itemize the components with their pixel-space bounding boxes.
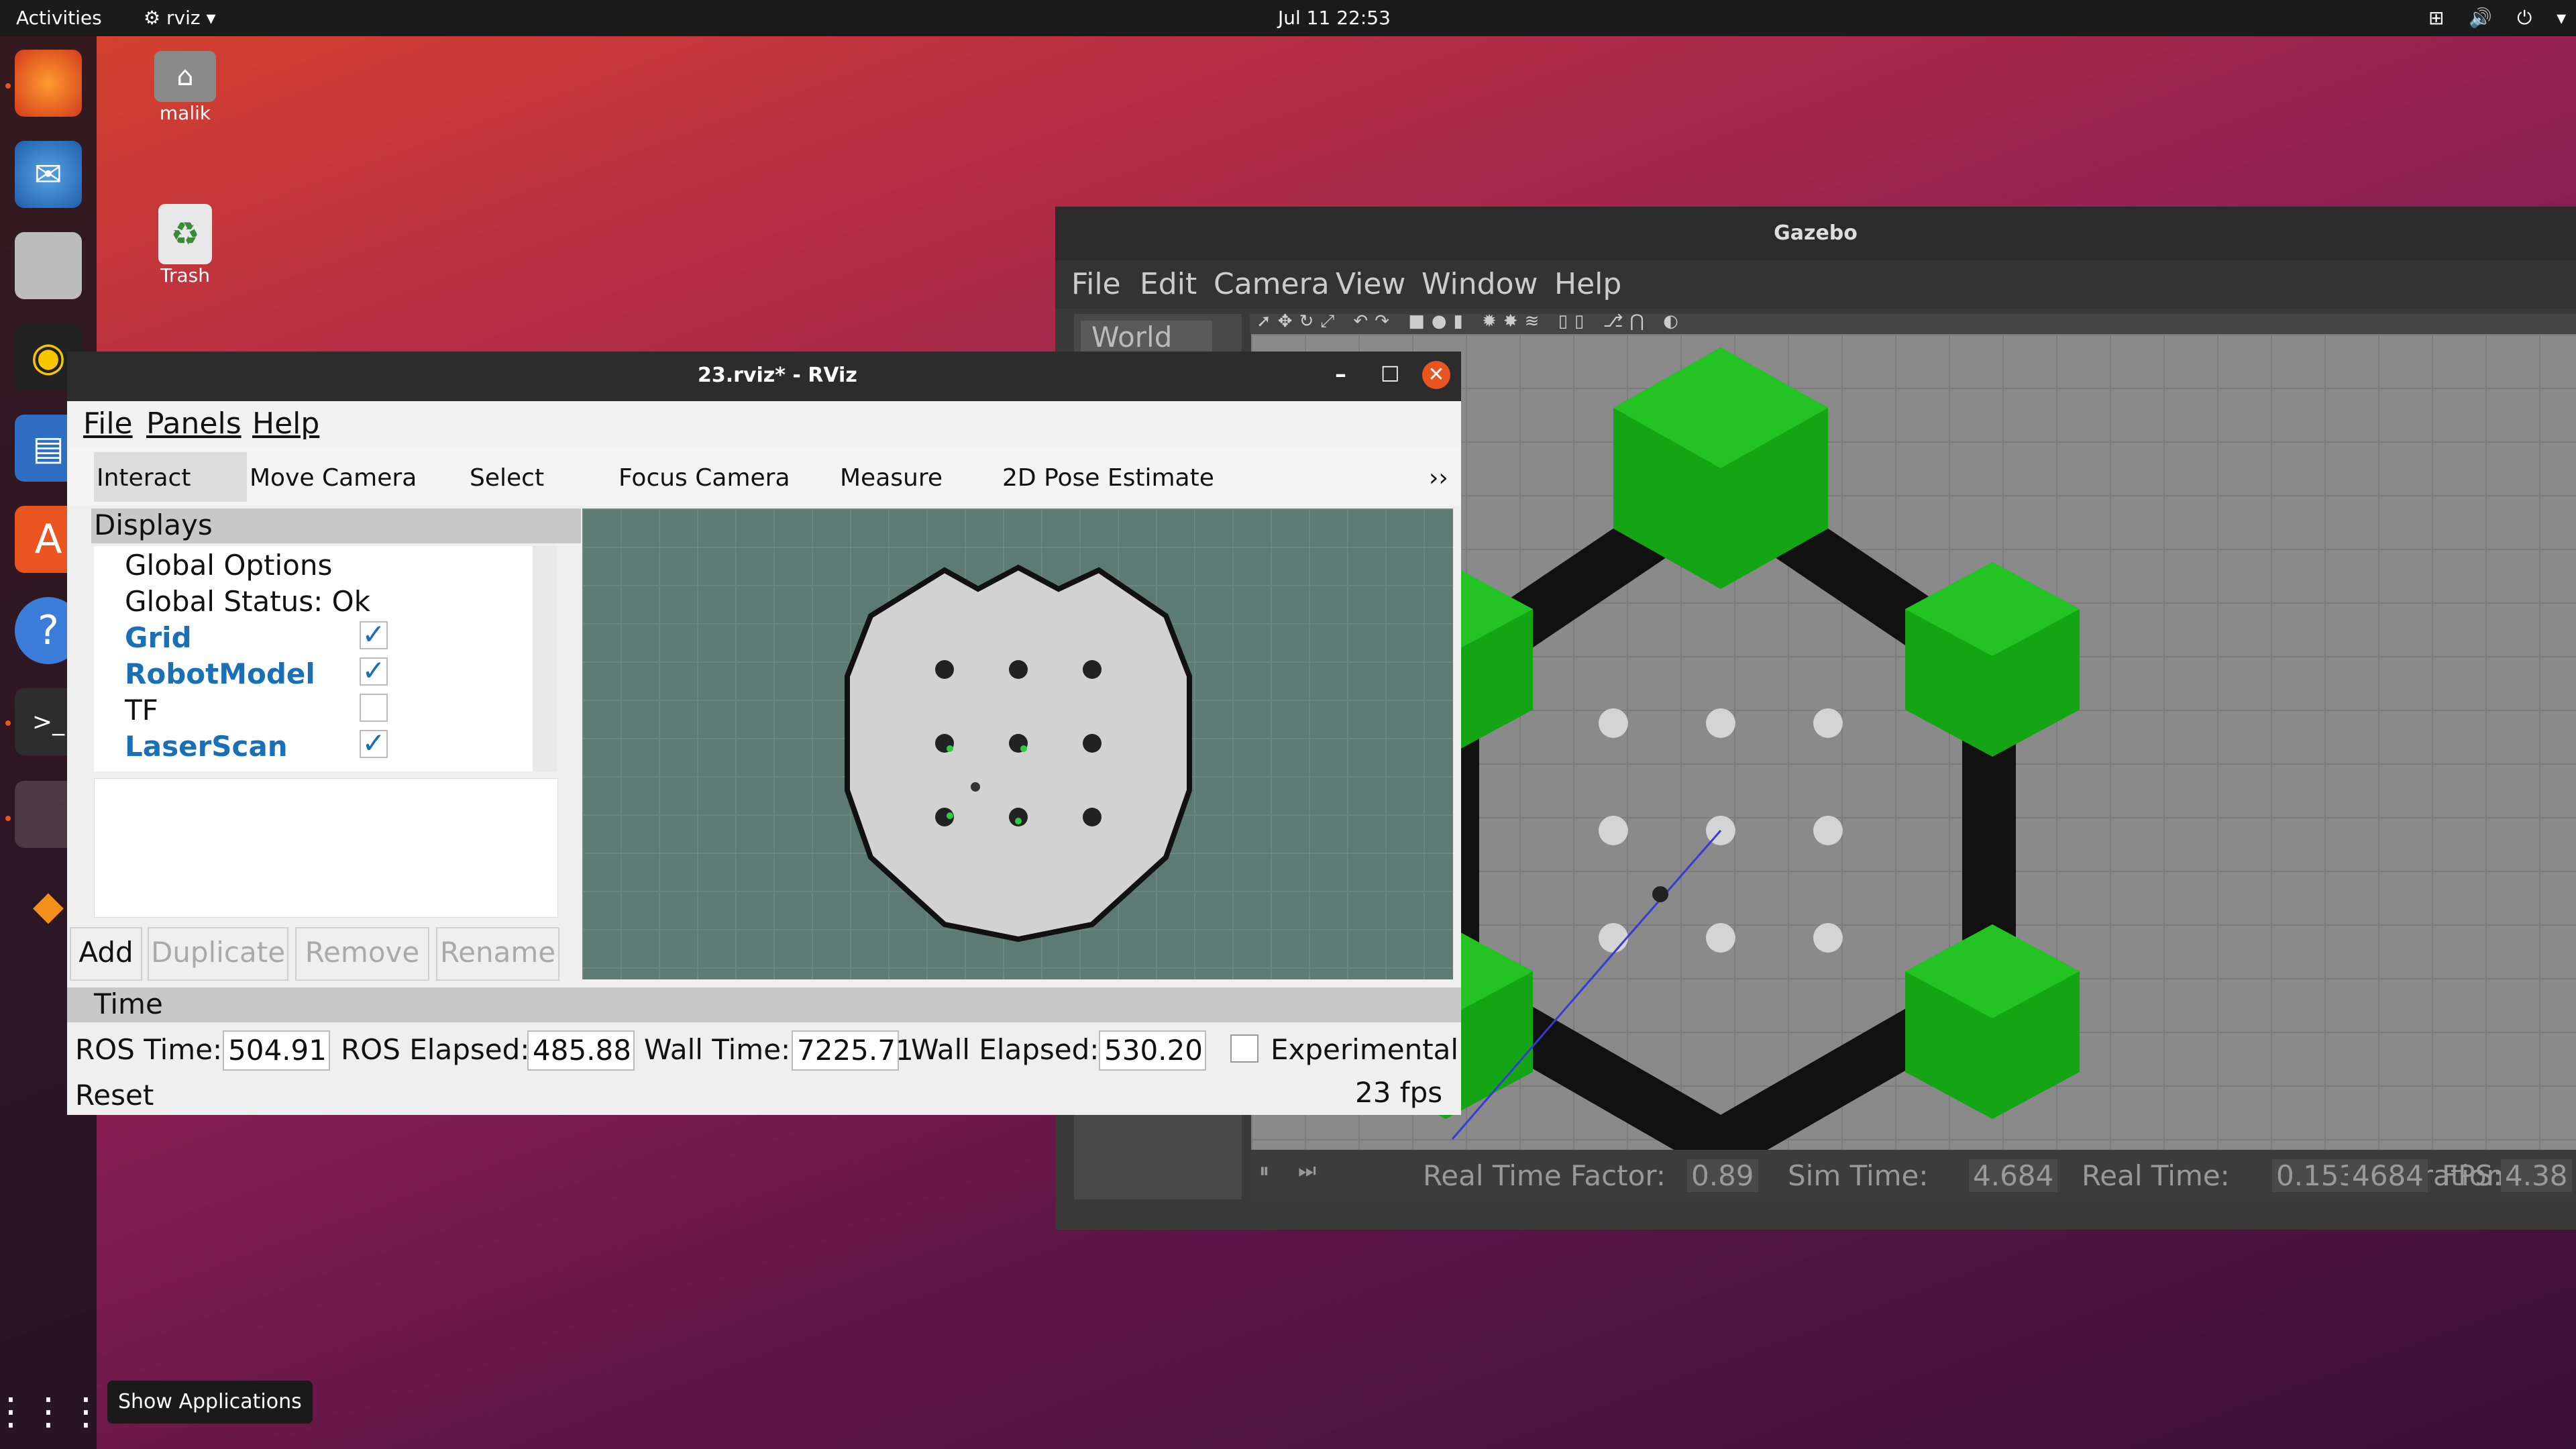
gz-menu-window[interactable]: Window [1421, 267, 1538, 301]
robot-model-marker [971, 782, 980, 792]
rv-menu-help[interactable]: Help [252, 407, 319, 441]
fps-value: 4.38 [2501, 1159, 2572, 1192]
home-folder-label: malik [159, 102, 211, 124]
gz-menu-view[interactable]: View [1336, 267, 1405, 301]
clock[interactable]: Jul 11 22:53 [1278, 7, 1391, 29]
displays-title: Displays [94, 508, 213, 541]
tf-checkbox[interactable] [360, 694, 388, 722]
rtf-value: 0.89 [1687, 1159, 1758, 1192]
ros-elapsed-label: ROS Elapsed: [341, 1033, 530, 1066]
laserscan-checkbox[interactable]: ✓ [360, 729, 388, 758]
wall-time-label: Wall Time: [644, 1033, 791, 1066]
rviz-3d-view[interactable] [582, 508, 1453, 979]
rv-menu-panels[interactable]: Panels [146, 407, 241, 441]
tool-focus-camera[interactable]: Focus Camera [619, 464, 790, 492]
add-button[interactable]: Add [70, 927, 142, 981]
ros-time-label: ROS Time: [75, 1033, 223, 1066]
ros-time-field[interactable]: 504.91 [223, 1030, 330, 1071]
gz-menu-file[interactable]: File [1071, 267, 1121, 301]
running-indicator [5, 720, 11, 726]
tool-interact[interactable]: Interact [97, 464, 191, 492]
rviz-title: 23.rviz* - RViz [698, 364, 857, 387]
recycle-icon: ♻ [158, 204, 212, 264]
rviz-window: 23.rviz* - RViz – □ ✕ File Panels Help I… [67, 352, 1461, 1115]
gz-menu-help[interactable]: Help [1554, 267, 1621, 301]
files-icon[interactable] [15, 232, 82, 299]
rv-menu-file[interactable]: File [83, 407, 133, 441]
app-menu-label: rviz [166, 7, 201, 29]
gz-menu-camera[interactable]: Camera [1214, 267, 1330, 301]
gazebo-title: Gazebo [1055, 207, 2576, 260]
close-icon[interactable]: ✕ [1422, 361, 1450, 389]
running-indicator [5, 816, 11, 821]
wall-time-field[interactable]: 7225.71 [792, 1030, 914, 1071]
wall-elapsed-label: Wall Elapsed: [911, 1033, 1099, 1066]
fps-label: FPS: [2442, 1159, 2503, 1192]
rviz-menubar: File Panels Help [67, 401, 1461, 448]
tool-select[interactable]: Select [470, 464, 544, 492]
display-item-laserscan[interactable]: LaserScan [125, 730, 288, 763]
minimize-icon[interactable]: – [1335, 361, 1346, 388]
pause-icon[interactable]: ⏸ [1259, 1159, 1269, 1183]
rtf-label: Real Time Factor: [1423, 1159, 1666, 1192]
grid-checkbox[interactable]: ✓ [360, 621, 388, 649]
experimental-label: Experimental [1271, 1033, 1459, 1066]
display-item-robotmodel[interactable]: RobotModel [125, 657, 315, 690]
gz-menu-edit[interactable]: Edit [1140, 267, 1197, 301]
thunderbird-icon[interactable]: ✉ [15, 141, 82, 208]
time-header: Time [67, 987, 1461, 1022]
reset-button[interactable]: Reset [75, 1079, 154, 1112]
remove-button[interactable]: Remove [295, 927, 429, 981]
duplicate-button[interactable]: Duplicate [148, 927, 288, 981]
sim-time-label: Sim Time: [1788, 1159, 1929, 1192]
experimental-checkbox[interactable] [1230, 1034, 1258, 1063]
rviz-toolbar: Interact Move Camera Select Focus Camera… [67, 448, 1461, 506]
robotmodel-checkbox[interactable]: ✓ [360, 657, 388, 686]
wall-elapsed-field[interactable]: 530.20 [1099, 1030, 1206, 1071]
trash-label: Trash [160, 264, 210, 286]
trash-icon[interactable]: ♻ Trash [131, 204, 239, 286]
top-bar: Activities ⚙ rviz ▾ Jul 11 22:53 ⊞ 🔊 ⏻ ▾ [0, 0, 2576, 36]
home-folder-icon[interactable]: ⌂ malik [131, 51, 239, 124]
activities-button[interactable]: Activities [16, 7, 102, 29]
displays-header: Displays [91, 508, 581, 543]
display-item-global-status[interactable]: Global Status: Ok [125, 585, 370, 618]
tool-measure[interactable]: Measure [840, 464, 943, 492]
tool-move-camera[interactable]: Move Camera [250, 464, 417, 492]
gazebo-toolbar: ➚✥↻⤢ ↶↷ ■●▮ ✹✸≋ ▯▯ ⎇⋂ ◐ [1250, 311, 2576, 334]
occupancy-map [845, 564, 1192, 943]
running-indicator [5, 83, 11, 89]
time-title: Time [94, 987, 163, 1020]
display-item-tf[interactable]: TF [125, 694, 158, 727]
iterations-value-display: 4684 [2348, 1159, 2428, 1192]
gazebo-tool-icons[interactable]: ➚✥↻⤢ ↶↷ ■●▮ ✹✸≋ ▯▯ ⎇⋂ ◐ [1256, 311, 1685, 332]
system-tray-icons[interactable]: ⊞ 🔊 ⏻ ▾ [2428, 7, 2575, 30]
displays-scrollbar[interactable] [533, 546, 557, 771]
show-applications-icon[interactable]: ⋮⋮⋮ [0, 1378, 105, 1445]
real-time-label: Real Time: [2082, 1159, 2230, 1192]
robot-marker [1652, 886, 1668, 902]
display-item-grid[interactable]: Grid [125, 621, 192, 654]
app-menu[interactable]: ⚙ rviz ▾ [144, 7, 216, 29]
show-applications-tooltip: Show Applications [107, 1381, 313, 1424]
tool-2d-pose-estimate[interactable]: 2D Pose Estimate [1002, 464, 1214, 492]
sim-time-value: 4.684 [1969, 1159, 2058, 1192]
gazebo-menubar: File Edit Camera View Window Help [1055, 260, 2576, 309]
maximize-icon[interactable]: □ [1381, 361, 1399, 384]
toolbar-more-button[interactable]: ›› [1429, 464, 1448, 492]
rename-button[interactable]: Rename [436, 927, 559, 981]
firefox-icon[interactable] [15, 50, 82, 117]
ros-elapsed-field[interactable]: 485.88 [527, 1030, 635, 1071]
display-item-global-options[interactable]: Global Options [125, 549, 332, 582]
rviz-titlebar: 23.rviz* - RViz – □ ✕ [67, 352, 1461, 401]
display-properties [94, 778, 558, 918]
folder-icon: ⌂ [154, 51, 216, 102]
step-icon[interactable]: ⏭ [1298, 1159, 1316, 1183]
displays-tree[interactable]: Global Options Global Status: Ok Grid ✓ … [94, 546, 557, 771]
fps-readout: 23 fps [1355, 1076, 1443, 1109]
